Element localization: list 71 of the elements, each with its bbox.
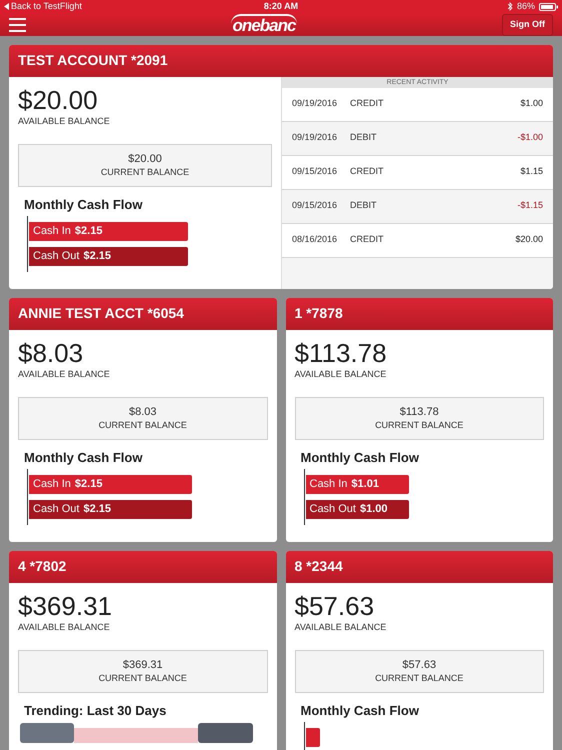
current-balance: $20.00 [128, 152, 162, 166]
bluetooth-icon [508, 2, 513, 12]
activity-type: CREDIT [350, 233, 384, 246]
available-balance: $8.03 [18, 338, 84, 368]
cash-flow-bar: Cash Out $2.15 [29, 246, 188, 266]
available-balance: $20.00 [18, 84, 99, 114]
account-card[interactable]: 1 *7878 $113.78 AVAILABLE BALANCE $113.78 CURRENT BALANCE Monthly Cash Flow Cash In $1.01 Cash Out $1.00 [286, 298, 553, 542]
status-time: 8:20 AM [264, 0, 298, 13]
account-name: 4 *7802 [18, 557, 66, 576]
activity-amount: -$1.15 [517, 199, 543, 212]
current-balance: $369.31 [122, 658, 163, 672]
activity-date: 09/19/2016 [292, 97, 338, 110]
available-balance-label: AVAILABLE BALANCE [294, 620, 388, 632]
activity-type: DEBIT [350, 199, 378, 212]
cash-flow-bar: Cash Out $2.15 [29, 500, 192, 518]
activity-amount: $1.00 [520, 97, 543, 110]
available-balance: $113.78 [294, 338, 388, 368]
cash-flow-bar: Cash In $2.15 [29, 222, 188, 240]
activity-type: CREDIT [350, 97, 384, 110]
account-card[interactable]: 4 *7802 $369.31 AVAILABLE BALANCE $369.31 CURRENT BALANCE Trending: Last 30 Days [9, 550, 276, 750]
activity-type: CREDIT [350, 165, 384, 178]
bank-logo: onebanc [230, 14, 298, 36]
chart-title: Trending: Last 30 Days [24, 702, 168, 718]
account-card[interactable] [9, 44, 553, 288]
available-balance: $369.31 [18, 590, 113, 620]
activity-date: 08/16/2016 [292, 233, 338, 246]
activity-row[interactable]: 08/16/2016 CREDIT $20.00 [282, 224, 553, 258]
cash-flow-bar [306, 728, 320, 746]
current-balance: $8.03 [128, 404, 157, 418]
account-name: 8 *2344 [294, 557, 343, 576]
activity-type: DEBIT [350, 131, 378, 144]
back-icon[interactable] [4, 3, 9, 10]
current-balance: $113.78 [400, 404, 439, 418]
back-link[interactable]: Back to TestFlight [11, 0, 82, 14]
chart-title: Monthly Cash Flow [24, 450, 144, 466]
activity-date: 09/15/2016 [292, 199, 338, 212]
current-balance-label: CURRENT BALANCE [375, 672, 464, 684]
current-balance-label: CURRENT BALANCE [98, 418, 187, 432]
available-balance-label: AVAILABLE BALANCE [18, 368, 111, 380]
account-card[interactable]: 8 *2344 $57.63 AVAILABLE BALANCE $57.63 CURRENT BALANCE Monthly Cash Flow [286, 550, 553, 750]
account-name: TEST ACCOUNT *2091 [18, 51, 168, 70]
cash-flow-bar: Cash In $2.15 [29, 474, 192, 494]
activity-date: 09/19/2016 [292, 131, 338, 144]
account-card[interactable]: ANNIE TEST ACCT *6054 $8.03 AVAILABLE BALANCE $8.03 CURRENT BALANCE Monthly Cash Flow Cash In $2.15 Cash Out $2.15 [9, 298, 276, 542]
current-balance-label: CURRENT BALANCE [98, 672, 187, 684]
activity-row[interactable]: 09/15/2016 DEBIT -$1.15 [282, 190, 553, 224]
account-name: 1 *7878 [294, 304, 343, 323]
activity-row[interactable]: 09/19/2016 CREDIT $1.00 [282, 88, 553, 122]
battery-icon [539, 2, 558, 11]
cash-flow-bar: Cash In $1.01 [306, 474, 409, 494]
available-balance-label: AVAILABLE BALANCE [18, 620, 111, 632]
chart-title: Monthly Cash Flow [24, 196, 144, 212]
chart-title: Monthly Cash Flow [300, 450, 420, 466]
cash-flow-bar: Cash Out $1.00 [306, 500, 409, 518]
activity-amount: -$1.00 [517, 131, 543, 144]
activity-date: 09/15/2016 [292, 165, 338, 178]
available-balance-label: AVAILABLE BALANCE [18, 114, 111, 126]
current-balance-label: CURRENT BALANCE [375, 418, 464, 432]
activity-amount: $1.15 [520, 165, 543, 178]
current-balance-label: CURRENT BALANCE [100, 166, 190, 178]
menu-icon[interactable] [9, 18, 26, 32]
sign-off-button[interactable]: Sign Off [502, 14, 553, 36]
activity-row[interactable]: 09/19/2016 DEBIT -$1.00 [282, 122, 553, 156]
available-balance-label: AVAILABLE BALANCE [294, 368, 388, 380]
battery-percent: 86% [516, 0, 535, 13]
activity-row[interactable]: 09/15/2016 CREDIT $1.15 [282, 156, 553, 190]
available-balance: $57.63 [294, 590, 376, 620]
current-balance: $57.63 [402, 658, 436, 672]
account-name: ANNIE TEST ACCT *6054 [18, 304, 184, 323]
activity-amount: $20.00 [515, 233, 543, 246]
chart-title: Monthly Cash Flow [300, 702, 420, 718]
